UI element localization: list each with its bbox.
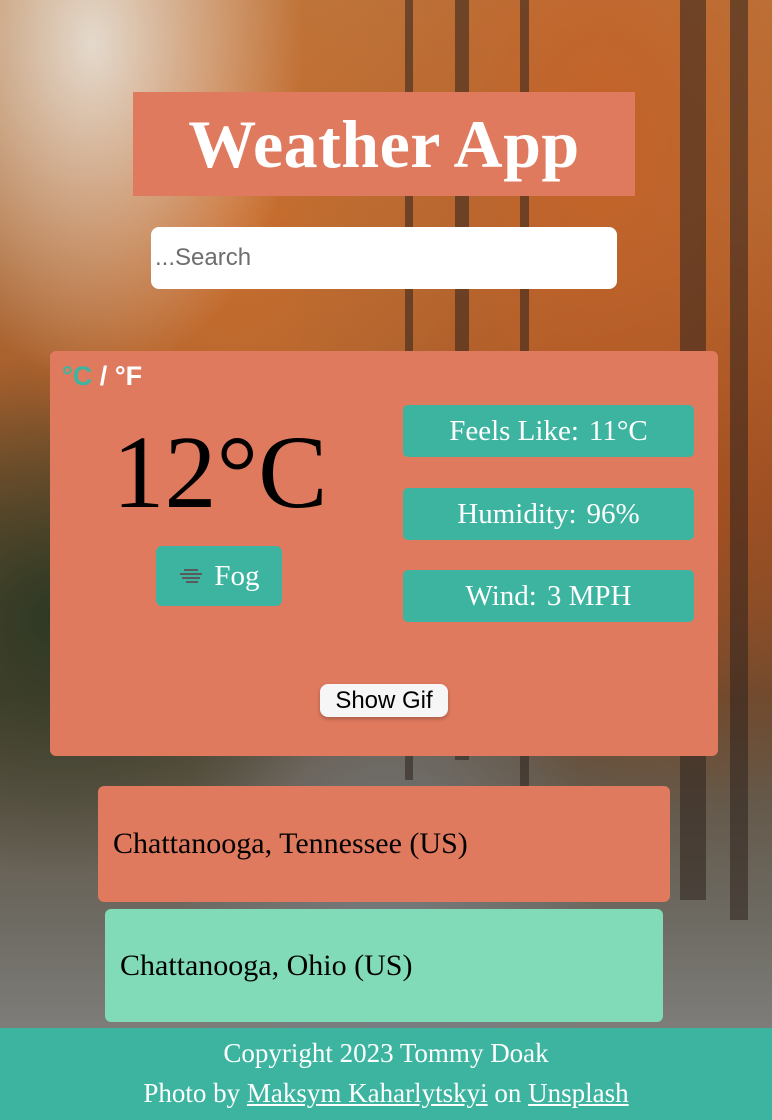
unit-separator: /	[92, 361, 115, 391]
feels-like-stat: Feels Like: 11°C	[403, 405, 694, 457]
page-title: Weather App	[188, 105, 580, 182]
show-gif-button[interactable]: Show Gif	[320, 684, 448, 717]
footer: Copyright 2023 Tommy Doak Photo by Maksy…	[0, 1028, 772, 1120]
temperature-display: 12°C	[112, 415, 328, 530]
wind-stat: Wind: 3 MPH	[403, 570, 694, 622]
weather-card: °C / °F 12°C Fog Feels Like: 11°C Humidi…	[50, 351, 718, 756]
fahrenheit-toggle[interactable]: °F	[115, 361, 142, 391]
photographer-link[interactable]: Maksym Kaharlytskyi	[247, 1078, 488, 1108]
photo-credit-mid: on	[494, 1078, 522, 1108]
wind-value: 3 MPH	[546, 579, 632, 612]
photo-credit-prefix: Photo by	[143, 1078, 241, 1108]
humidity-stat: Humidity: 96%	[403, 488, 694, 540]
location-result-label: Chattanooga, Ohio (US)	[120, 948, 413, 982]
feels-like-label: Feels Like:	[449, 414, 579, 447]
fog-icon	[180, 569, 203, 583]
location-result-label: Chattanooga, Tennessee (US)	[113, 827, 468, 860]
unsplash-link[interactable]: Unsplash	[528, 1078, 629, 1108]
search-input[interactable]	[151, 227, 617, 289]
condition-badge: Fog	[156, 546, 282, 606]
background-tree-trunk	[730, 0, 748, 920]
celsius-toggle[interactable]: °C	[62, 361, 92, 391]
humidity-value: 96%	[586, 497, 640, 530]
humidity-label: Humidity:	[457, 497, 577, 530]
copyright-text: Copyright 2023 Tommy Doak	[223, 1038, 549, 1068]
unit-toggle: °C / °F	[62, 361, 142, 392]
wind-label: Wind:	[465, 579, 537, 612]
photo-credit: Photo by Maksym Kaharlytskyi on Unsplash	[0, 1078, 772, 1109]
condition-label: Fog	[214, 559, 260, 592]
feels-like-value: 11°C	[588, 414, 648, 447]
location-result-item[interactable]: Chattanooga, Tennessee (US)	[98, 786, 670, 902]
location-result-item[interactable]: Chattanooga, Ohio (US)	[105, 909, 663, 1022]
app-header: Weather App	[133, 92, 635, 196]
